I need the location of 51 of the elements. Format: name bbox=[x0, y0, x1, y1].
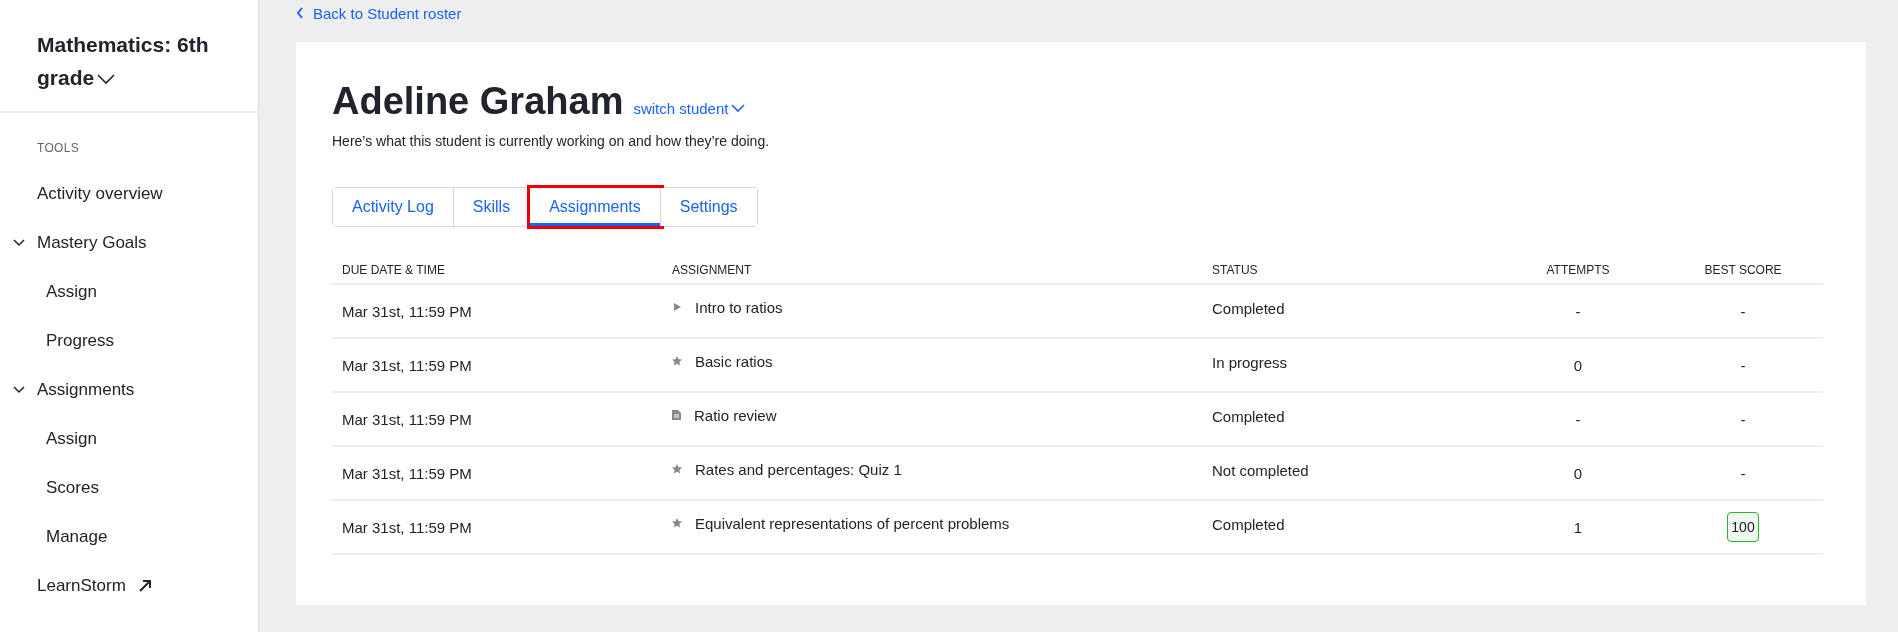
table-cell: Completed bbox=[1202, 284, 1493, 338]
table-cell: Mar 31st, 11:59 PM bbox=[332, 500, 662, 554]
column-header: ASSIGNMENT bbox=[662, 251, 1202, 284]
score-text: - bbox=[1740, 356, 1746, 374]
table-cell: Mar 31st, 11:59 PM bbox=[332, 284, 662, 338]
table-cell: 0 bbox=[1493, 338, 1663, 392]
table-cell: Completed bbox=[1202, 500, 1493, 554]
score-text: - bbox=[1740, 302, 1746, 320]
column-header: BEST SCORE bbox=[1663, 251, 1823, 284]
table-cell: 1 bbox=[1493, 500, 1663, 554]
column-header: STATUS bbox=[1202, 251, 1493, 284]
assignment-link[interactable]: Rates and percentages: Quiz 1 bbox=[695, 460, 902, 478]
assignment-link[interactable]: Equivalent representations of percent problems bbox=[695, 514, 1010, 532]
column-header: DUE DATE & TIME bbox=[332, 251, 662, 284]
table-cell: Not completed bbox=[1202, 446, 1493, 500]
score-text: - bbox=[1740, 464, 1746, 482]
nav-subitem[interactable]: Scores bbox=[46, 477, 99, 498]
table-cell: 0 bbox=[1493, 446, 1663, 500]
nav-subitem[interactable]: Manage bbox=[46, 526, 108, 547]
table-cell: Mar 31st, 11:59 PM bbox=[332, 446, 662, 500]
table-cell: In progress bbox=[1202, 338, 1493, 392]
tab[interactable]: Assignments bbox=[530, 188, 661, 226]
tab[interactable]: Settings bbox=[660, 188, 757, 226]
student-name: Adeline Graham bbox=[332, 80, 624, 123]
description: Here’s what this student is currently working on and how they’re doing. bbox=[332, 133, 771, 149]
nav-item[interactable]: Mastery Goals bbox=[37, 232, 147, 253]
table-cell: Mar 31st, 11:59 PM bbox=[332, 338, 662, 392]
tab[interactable]: Activity Log bbox=[333, 188, 454, 226]
chevron-down-icon bbox=[731, 104, 746, 113]
table-cell: - bbox=[1493, 392, 1663, 446]
section-label: TOOLS bbox=[36, 140, 80, 157]
table-cell: - bbox=[1493, 284, 1663, 338]
switch-student-link[interactable]: switch student bbox=[633, 100, 746, 117]
nav-subitem[interactable]: Assign bbox=[46, 281, 98, 302]
chevron-left-icon bbox=[296, 7, 304, 19]
back-link[interactable]: Back to Student roster bbox=[296, 4, 462, 22]
assignment-link[interactable]: Intro to ratios bbox=[695, 298, 783, 316]
table-cell: Completed bbox=[1202, 392, 1493, 446]
course-selector[interactable]: Mathematics: 6th grade bbox=[37, 28, 227, 94]
nav-item[interactable]: LearnStorm bbox=[37, 575, 126, 596]
column-header: ATTEMPTS bbox=[1493, 251, 1663, 284]
table-cell: Mar 31st, 11:59 PM bbox=[332, 392, 662, 446]
assignment-link[interactable]: Ratio review bbox=[694, 406, 777, 424]
nav-item[interactable]: Activity overview bbox=[37, 183, 163, 204]
nav-subitem[interactable]: Progress bbox=[46, 330, 115, 351]
chevron-down-icon bbox=[97, 73, 116, 86]
nav-item[interactable]: Assignments bbox=[37, 379, 135, 400]
score-text: - bbox=[1740, 410, 1746, 428]
assignment-link[interactable]: Basic ratios bbox=[695, 352, 773, 370]
nav-subitem[interactable]: Assign bbox=[46, 428, 98, 449]
score-badge: 100 bbox=[1727, 512, 1759, 542]
